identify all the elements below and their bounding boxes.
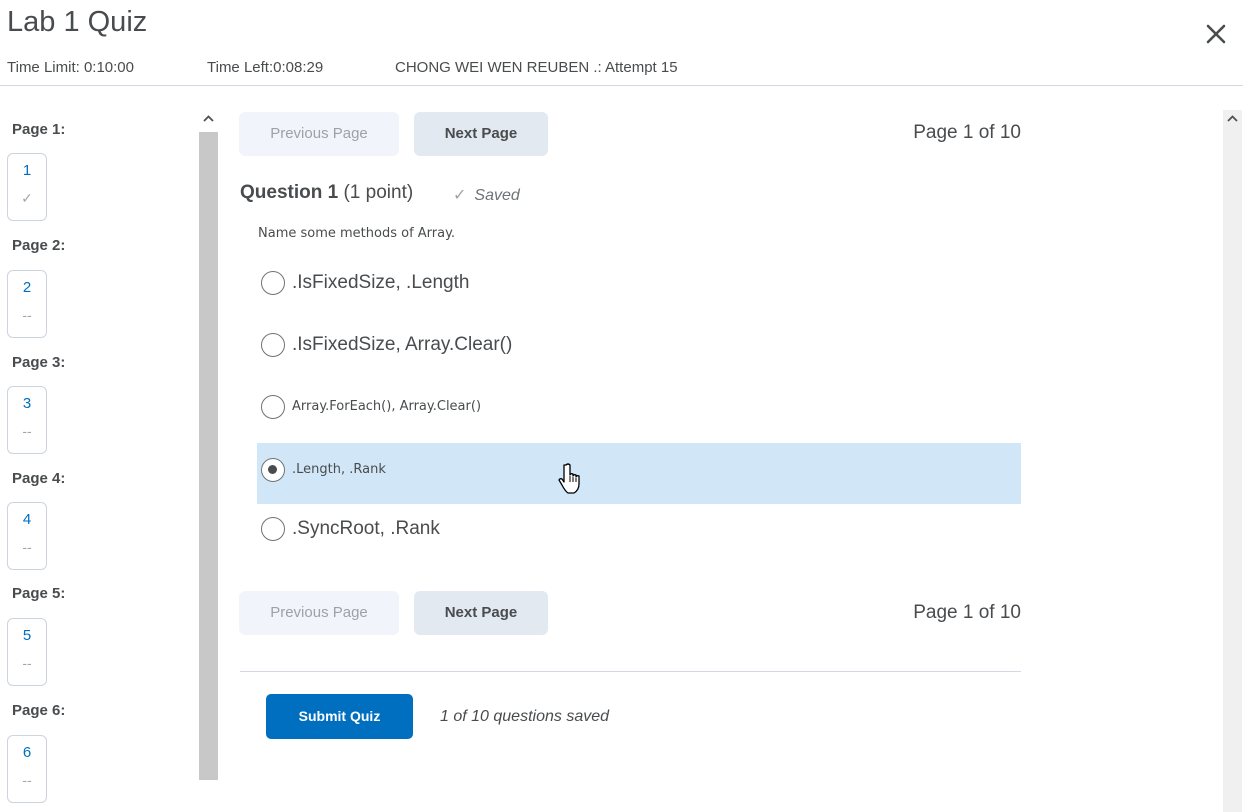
question-number: Question 1 bbox=[240, 182, 339, 203]
answer-option[interactable]: .IsFixedSize, .Length bbox=[257, 253, 1021, 314]
page-tile-2[interactable]: 2 -- bbox=[7, 270, 47, 338]
answer-option-label: .Length, .Rank bbox=[292, 462, 386, 477]
page-tile-number: 3 bbox=[22, 395, 32, 412]
question-points: (1 point) bbox=[343, 182, 414, 203]
page-indicator-bottom: Page 1 of 10 bbox=[913, 602, 1021, 623]
close-icon bbox=[1206, 24, 1226, 44]
question-title: Question 1 (1 point) bbox=[240, 182, 413, 204]
page-label-4: Page 4: bbox=[12, 470, 66, 487]
page-tile-status: -- bbox=[22, 423, 32, 439]
content-scrollbar[interactable] bbox=[1223, 110, 1242, 812]
page-label-5: Page 5: bbox=[12, 585, 66, 602]
answer-option-label: .SyncRoot, .Rank bbox=[292, 518, 440, 539]
page-tile-status: -- bbox=[22, 539, 32, 555]
checkmark-icon: ✓ bbox=[21, 190, 33, 206]
page-label-6: Page 6: bbox=[12, 702, 66, 719]
page-tile-status: -- bbox=[22, 772, 32, 788]
radio-button[interactable] bbox=[261, 271, 285, 295]
page-tile-status: -- bbox=[22, 307, 32, 323]
time-left: Time Left:0:08:29 bbox=[207, 59, 324, 76]
radio-button[interactable] bbox=[261, 517, 285, 541]
scroll-up-arrow-icon[interactable] bbox=[1226, 113, 1239, 125]
answer-option-selected[interactable]: .Length, .Rank bbox=[257, 443, 1021, 504]
answer-option-label: .IsFixedSize, Array.Clear() bbox=[292, 334, 513, 355]
page-navigation: Page 1: 1 ✓ Page 2: 2 -- Page 3: 3 -- Pa… bbox=[0, 100, 199, 812]
scroll-up-arrow-icon[interactable] bbox=[202, 113, 215, 125]
page-tile-number: 5 bbox=[22, 627, 32, 644]
next-page-button-bottom[interactable]: Next Page bbox=[414, 591, 548, 635]
answer-option-label: Array.ForEach(), Array.Clear() bbox=[292, 399, 482, 414]
question-text: Name some methods of Array. bbox=[258, 226, 456, 241]
page-tile-1[interactable]: 1 ✓ bbox=[7, 153, 47, 221]
saved-status: ✓ Saved bbox=[453, 185, 520, 205]
radio-button[interactable] bbox=[261, 395, 285, 419]
radio-button[interactable] bbox=[261, 333, 285, 357]
page-tile-number: 4 bbox=[22, 511, 32, 528]
page-label-3: Page 3: bbox=[12, 354, 66, 371]
quiz-header: Lab 1 Quiz Time Limit: 0:10:00 Time Left… bbox=[0, 0, 1252, 86]
answer-option[interactable]: .IsFixedSize, Array.Clear() bbox=[257, 315, 1021, 376]
attempt-info: CHONG WEI WEN REUBEN .: Attempt 15 bbox=[395, 59, 678, 76]
answer-option-label: .IsFixedSize, .Length bbox=[292, 272, 470, 293]
next-page-button[interactable]: Next Page bbox=[414, 112, 548, 156]
page-tile-5[interactable]: 5 -- bbox=[7, 618, 47, 686]
submit-quiz-button[interactable]: Submit Quiz bbox=[266, 694, 413, 739]
page-tile-number: 2 bbox=[22, 279, 32, 296]
page-tile-number: 6 bbox=[22, 744, 32, 761]
answer-option[interactable]: Array.ForEach(), Array.Clear() bbox=[257, 377, 1021, 438]
close-button[interactable] bbox=[1200, 18, 1232, 50]
previous-page-button-bottom[interactable]: Previous Page bbox=[239, 591, 399, 635]
page-indicator: Page 1 of 10 bbox=[913, 122, 1021, 143]
page-label-2: Page 2: bbox=[12, 237, 66, 254]
page-tile-6[interactable]: 6 -- bbox=[7, 735, 47, 803]
page-tile-status: -- bbox=[22, 655, 32, 671]
hand-pointer-cursor-icon bbox=[558, 463, 580, 494]
time-limit: Time Limit: 0:10:00 bbox=[7, 59, 134, 76]
page-tile-4[interactable]: 4 -- bbox=[7, 502, 47, 570]
answer-option[interactable]: .SyncRoot, .Rank bbox=[257, 499, 1021, 560]
previous-page-button[interactable]: Previous Page bbox=[239, 112, 399, 156]
page-nav-scrollbar[interactable] bbox=[199, 110, 218, 812]
radio-dot-icon bbox=[268, 465, 277, 474]
footer-divider bbox=[240, 671, 1021, 672]
saved-count: 1 of 10 questions saved bbox=[440, 708, 610, 725]
checkmark-icon: ✓ bbox=[453, 187, 467, 204]
radio-button-checked[interactable] bbox=[261, 458, 285, 482]
header-divider bbox=[0, 85, 1243, 86]
page-tile-number: 1 bbox=[22, 162, 32, 179]
saved-label: Saved bbox=[474, 187, 520, 204]
page-tile-3[interactable]: 3 -- bbox=[7, 386, 47, 454]
scrollbar-thumb[interactable] bbox=[199, 132, 218, 780]
page-title: Lab 1 Quiz bbox=[7, 6, 148, 38]
page-label-1: Page 1: bbox=[12, 121, 66, 138]
